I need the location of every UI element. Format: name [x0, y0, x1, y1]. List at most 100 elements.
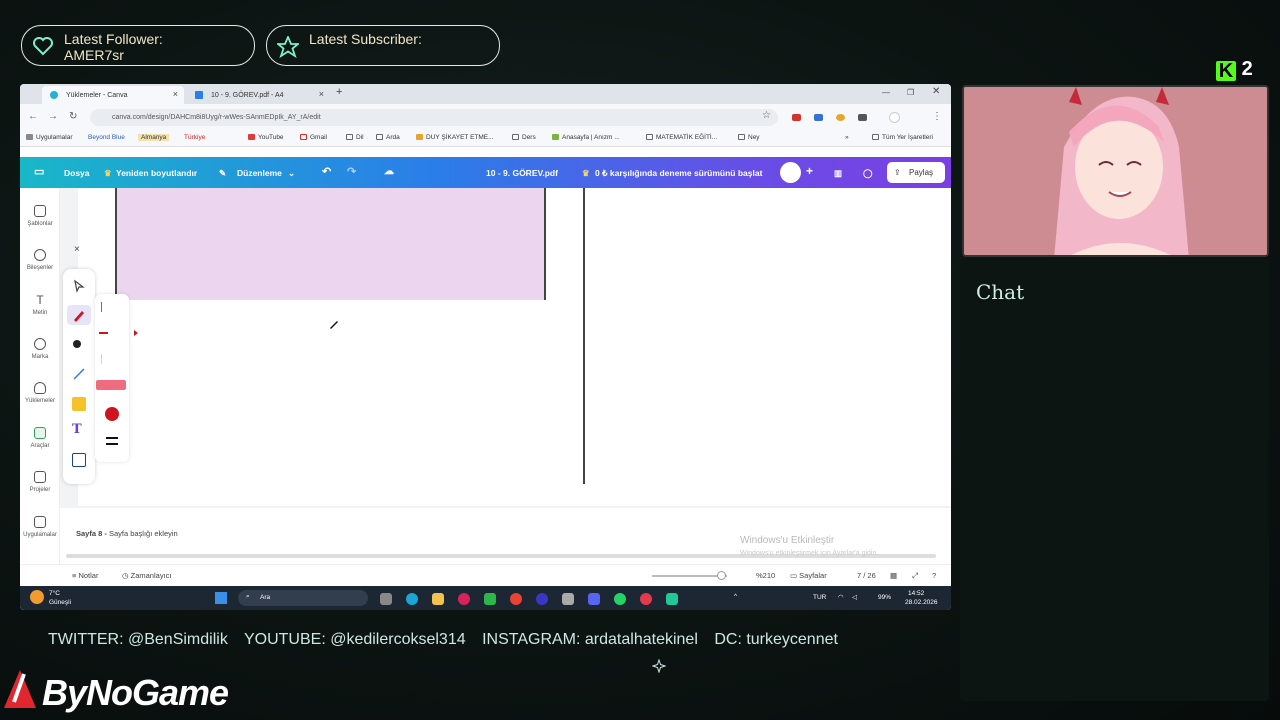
page-counter[interactable]: 7 / 26: [857, 571, 876, 580]
design-page[interactable]: [78, 188, 951, 506]
rail-uploads[interactable]: Yüklemeler: [20, 382, 60, 404]
extension-icon[interactable]: [792, 114, 801, 121]
browser-menu-icon[interactable]: ⋮: [932, 111, 942, 122]
bookmark-item[interactable]: Almanya: [138, 134, 170, 141]
weather-icon[interactable]: [30, 590, 44, 604]
whatsapp-icon[interactable]: [614, 593, 626, 605]
bookmark-youtube[interactable]: YouTube: [248, 134, 284, 141]
table-icon[interactable]: [72, 453, 86, 467]
bookmark-folder[interactable]: Ney: [738, 134, 760, 141]
rail-apps[interactable]: Uygulamalar: [20, 516, 60, 538]
edit-mode-dropdown[interactable]: Düzenleme: [237, 168, 282, 178]
pages-button[interactable]: ▭ Sayfalar: [790, 571, 827, 580]
extension-icon[interactable]: [836, 114, 845, 121]
url-field[interactable]: canva.com/design/DAHCm8i8Uyg/r-wWes-SAnm…: [90, 109, 778, 126]
bookmark-item[interactable]: Anasayfa | Anızm ...: [552, 134, 620, 141]
sticky-note-icon[interactable]: [72, 397, 86, 411]
start-windows-icon[interactable]: [215, 592, 227, 604]
text-tool-icon[interactable]: T: [72, 423, 86, 437]
pen-app-icon[interactable]: [562, 593, 574, 605]
user-avatar[interactable]: [780, 162, 801, 183]
page-title-placeholder[interactable]: Sayfa başlığı ekleyin: [109, 529, 178, 538]
new-tab-button[interactable]: +: [336, 86, 342, 98]
grid-view-icon[interactable]: ▦: [890, 571, 897, 580]
line-app-icon[interactable]: [484, 593, 496, 605]
purple-rectangle[interactable]: [115, 188, 546, 300]
close-tab-icon[interactable]: ×: [173, 89, 178, 99]
bookmark-item[interactable]: DUY ŞİKAYET ETME...: [416, 134, 494, 141]
tray-expand-icon[interactable]: ^: [734, 593, 737, 600]
extensions-puzzle-icon[interactable]: [858, 114, 867, 121]
rail-tools[interactable]: Araçlar: [20, 427, 60, 449]
translate-icon[interactable]: [814, 114, 823, 121]
close-tab-icon[interactable]: ×: [319, 89, 324, 99]
battery-level[interactable]: 99%: [878, 594, 891, 601]
notes-button[interactable]: ≡ Notlar: [72, 571, 98, 580]
redo-icon[interactable]: ↷: [347, 165, 356, 178]
zoom-slider-thumb[interactable]: [716, 571, 726, 580]
rail-brand[interactable]: Marka: [20, 338, 60, 360]
restore-button[interactable]: ❐: [907, 88, 914, 97]
resize-button[interactable]: Yeniden boyutlandır: [116, 168, 197, 178]
back-icon[interactable]: ←: [28, 111, 38, 122]
vertical-line[interactable]: [583, 188, 585, 484]
file-menu[interactable]: Dosya: [64, 168, 90, 178]
pen-tool-button[interactable]: [67, 305, 91, 325]
fullscreen-icon[interactable]: ⤢: [912, 571, 918, 581]
file-explorer-icon[interactable]: [432, 593, 444, 605]
document-title[interactable]: 10 - 9. GÖREV.pdf: [486, 168, 558, 178]
pen-option-marker[interactable]: [99, 328, 123, 338]
shapes-icon[interactable]: [72, 339, 86, 353]
undo-icon[interactable]: ↶: [322, 165, 331, 178]
sidebar-toggle-icon[interactable]: ▭: [34, 165, 44, 178]
reload-icon[interactable]: ↻: [69, 111, 77, 122]
task-view-icon[interactable]: [380, 593, 392, 605]
timer-button[interactable]: ◷ Zamanlayıcı: [122, 571, 172, 580]
bookmark-overflow[interactable]: »: [845, 134, 849, 141]
wifi-icon[interactable]: ◠: [838, 593, 844, 601]
profile-avatar[interactable]: [889, 112, 900, 123]
zoom-level[interactable]: %210: [756, 571, 775, 580]
edge-icon[interactable]: [406, 593, 418, 605]
bookmark-apps[interactable]: Uygulamalar: [26, 134, 73, 141]
close-panel-button[interactable]: ×: [74, 244, 80, 255]
bookmark-folder[interactable]: MATEMATİK EĞİTİ...: [646, 134, 717, 141]
app-icon[interactable]: [536, 593, 548, 605]
bookmark-folder[interactable]: Dil: [346, 134, 364, 141]
bookmark-gmail[interactable]: Gmail: [300, 134, 327, 141]
clock-date[interactable]: 28.02.2026: [905, 599, 938, 606]
tab-pdf[interactable]: 10 - 9. GÖREV.pdf - A4 ×: [187, 86, 330, 104]
pen-option-highlighter[interactable]: [101, 354, 123, 364]
bookmark-folder[interactable]: Arda: [376, 134, 400, 141]
share-button[interactable]: ⇪ Paylaş: [887, 162, 945, 183]
comment-icon[interactable]: ◯: [863, 168, 873, 179]
add-collaborator-icon[interactable]: +: [806, 164, 813, 178]
close-window-button[interactable]: ✕: [932, 86, 940, 97]
stroke-weight-icon[interactable]: [106, 437, 118, 445]
cloud-sync-icon[interactable]: ☁: [384, 166, 394, 177]
pen-color-swatch[interactable]: [105, 407, 119, 421]
chevron-down-icon[interactable]: ⌄: [288, 168, 295, 179]
design-workspace[interactable]: [60, 188, 951, 508]
all-bookmarks[interactable]: Tüm Yer İşaretleri: [872, 134, 933, 141]
rail-templates[interactable]: Şablonlar: [20, 205, 60, 227]
bookmark-item[interactable]: Beyond Blue: [88, 134, 125, 141]
rail-text[interactable]: T Metin: [20, 294, 60, 316]
volume-icon[interactable]: ◁: [852, 593, 857, 601]
bookmark-item[interactable]: Türkiye: [184, 134, 205, 141]
tab-canva-uploads[interactable]: Yüklemeler - Canva ×: [42, 86, 184, 104]
chrome-icon[interactable]: [510, 593, 522, 605]
rail-projects[interactable]: Projeler: [20, 471, 60, 493]
zoom-slider-track[interactable]: [652, 575, 727, 577]
opera-icon[interactable]: [458, 593, 470, 605]
eraser-tool[interactable]: [96, 380, 126, 390]
clock-time[interactable]: 14:52: [908, 590, 924, 597]
bookmark-star-icon[interactable]: ☆: [762, 110, 771, 121]
rail-elements[interactable]: Bileşenler: [20, 249, 60, 271]
bookmark-folder[interactable]: Ders: [512, 134, 536, 141]
analytics-icon[interactable]: ▥: [834, 168, 842, 179]
taskbar-search[interactable]: ⌕ Ara: [238, 590, 368, 606]
line-icon[interactable]: [72, 367, 86, 381]
minimize-button[interactable]: —: [882, 88, 890, 97]
page-label[interactable]: Sayfa 8 - Sayfa başlığı ekleyin: [76, 529, 178, 538]
